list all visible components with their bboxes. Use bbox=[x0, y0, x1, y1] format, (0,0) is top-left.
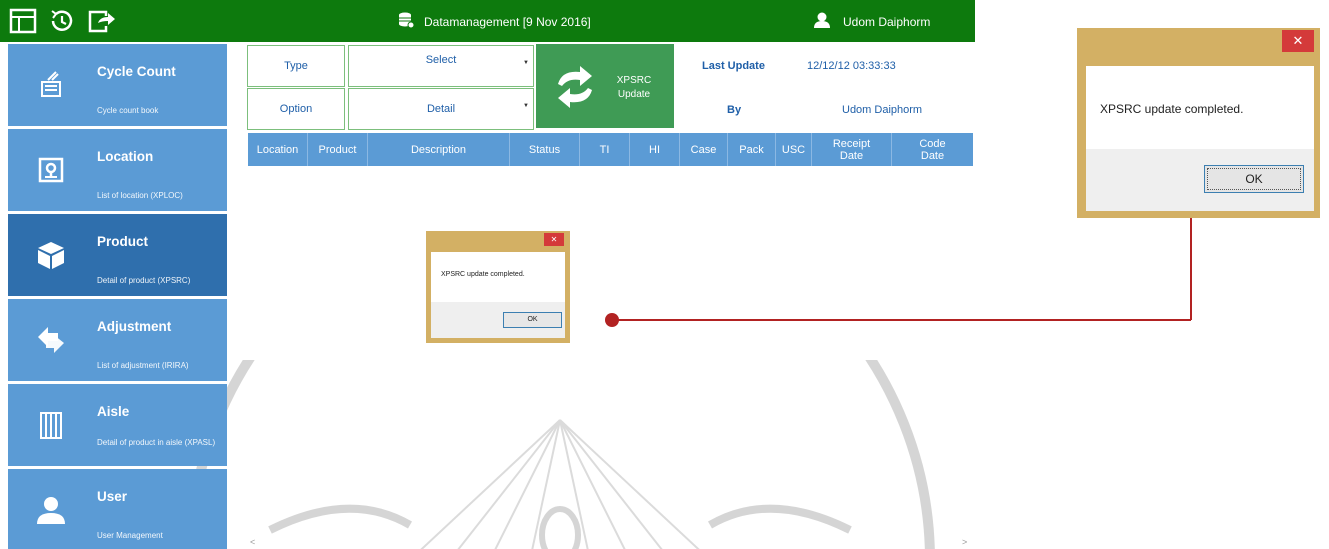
column-location[interactable]: Location bbox=[248, 133, 308, 166]
sidebar-item-title: Aisle bbox=[97, 404, 130, 419]
user-icon bbox=[34, 493, 68, 527]
sidebar-item-subtitle: List of adjustment (IRIRA) bbox=[97, 361, 189, 370]
scroll-right-arrow-icon[interactable]: > bbox=[962, 537, 967, 547]
sidebar-item-subtitle: User Management bbox=[97, 531, 163, 540]
ok-button[interactable]: OK bbox=[503, 312, 562, 328]
by-label: By bbox=[727, 104, 742, 116]
sidebar-item-title: User bbox=[97, 489, 128, 504]
dialog-message: XPSRC update completed. bbox=[441, 271, 525, 278]
scroll-left-arrow-icon[interactable]: < bbox=[250, 537, 255, 547]
top-bar: Datamanagement [9 Nov 2016] Udom Daiphor… bbox=[0, 0, 975, 42]
database-icon bbox=[398, 12, 415, 31]
by-value: Udom Daiphorm bbox=[842, 104, 923, 116]
clipboard-icon bbox=[34, 68, 68, 102]
sidebar-item-title: Adjustment bbox=[97, 319, 172, 334]
update-button-label: XPSRC Update bbox=[614, 74, 654, 102]
column-ti[interactable]: TI bbox=[580, 133, 630, 166]
sidebar-item-title: Product bbox=[97, 234, 149, 249]
type-select-value: Select bbox=[425, 54, 457, 66]
column-usc[interactable]: USC bbox=[776, 133, 812, 166]
ok-focus-ring bbox=[1207, 168, 1301, 190]
column-pack[interactable]: Pack bbox=[728, 133, 776, 166]
refresh-icon bbox=[550, 62, 600, 112]
dropdown-arrow-icon: ▼ bbox=[523, 103, 529, 109]
sidebar-item-subtitle: Cycle count book bbox=[97, 106, 159, 115]
sidebar-item-subtitle: List of location (XPLOC) bbox=[97, 191, 183, 200]
current-user: Udom Daiphorm bbox=[843, 14, 931, 29]
user-icon bbox=[813, 12, 831, 31]
grid-icon[interactable] bbox=[8, 6, 38, 36]
column-hi[interactable]: HI bbox=[630, 133, 680, 166]
column-description[interactable]: Description bbox=[368, 133, 510, 166]
table-header: Location Product Description Status TI H… bbox=[248, 133, 973, 166]
update-label-line2: Update bbox=[617, 89, 651, 100]
update-label-line1: XPSRC bbox=[616, 75, 652, 86]
title-area: Datamanagement [9 Nov 2016] bbox=[398, 12, 591, 31]
last-update-value: 12/12/12 03:33:33 bbox=[807, 60, 896, 72]
type-label: Type bbox=[247, 45, 345, 87]
option-label: Option bbox=[247, 88, 345, 130]
box-icon bbox=[34, 238, 68, 272]
arrows-icon bbox=[34, 323, 68, 357]
sidebar-item-cycle-count[interactable]: Cycle Count Cycle count book bbox=[8, 44, 227, 126]
column-code-date[interactable]: Code Date bbox=[892, 133, 973, 166]
column-status[interactable]: Status bbox=[510, 133, 580, 166]
location-icon bbox=[34, 153, 68, 187]
university-watermark bbox=[185, 360, 935, 549]
column-product[interactable]: Product bbox=[308, 133, 368, 166]
window-title: Datamanagement [9 Nov 2016] bbox=[424, 14, 591, 29]
dialog-footer: OK bbox=[1086, 149, 1314, 211]
column-case[interactable]: Case bbox=[680, 133, 728, 166]
message-dialog-zoomed: ✕ XPSRC update completed. OK bbox=[1077, 28, 1320, 218]
aisle-icon bbox=[34, 408, 68, 442]
sidebar-item-aisle[interactable]: Aisle Detail of product in aisle (XPASL) bbox=[8, 384, 227, 466]
history-icon[interactable] bbox=[46, 6, 76, 36]
dialog-body: XPSRC update completed. bbox=[1086, 66, 1314, 149]
user-area: Udom Daiphorm bbox=[813, 12, 930, 31]
xpsrc-update-button[interactable]: XPSRC Update bbox=[536, 44, 674, 128]
last-update-label: Last Update bbox=[702, 60, 765, 72]
sidebar: Cycle Count Cycle count book Location Li… bbox=[8, 44, 227, 549]
sidebar-item-location[interactable]: Location List of location (XPLOC) bbox=[8, 129, 227, 211]
dropdown-arrow-icon: ▼ bbox=[523, 60, 529, 66]
sidebar-item-subtitle: Detail of product in aisle (XPASL) bbox=[97, 438, 216, 447]
option-select[interactable]: Detail ▼ bbox=[348, 88, 534, 130]
sidebar-item-user[interactable]: User User Management bbox=[8, 469, 227, 549]
dialog-footer: OK bbox=[431, 302, 565, 338]
message-dialog-small: ✕ XPSRC update completed. OK bbox=[426, 231, 570, 343]
sidebar-item-title: Cycle Count bbox=[97, 64, 176, 79]
ok-button[interactable]: OK bbox=[1204, 165, 1304, 193]
type-select[interactable]: Select ▼ bbox=[348, 45, 534, 87]
dialog-body: XPSRC update completed. bbox=[431, 252, 565, 302]
close-icon[interactable]: ✕ bbox=[1282, 30, 1314, 52]
close-icon[interactable]: ✕ bbox=[544, 233, 564, 246]
sidebar-item-adjustment[interactable]: Adjustment List of adjustment (IRIRA) bbox=[8, 299, 227, 381]
logout-icon[interactable] bbox=[86, 6, 116, 36]
sidebar-item-product[interactable]: Product Detail of product (XPSRC) bbox=[8, 214, 227, 296]
dialog-message: XPSRC update completed. bbox=[1100, 102, 1244, 116]
sidebar-item-subtitle: Detail of product (XPSRC) bbox=[97, 276, 191, 285]
option-select-value: Detail bbox=[426, 103, 456, 115]
app-window: Datamanagement [9 Nov 2016] Udom Daiphor… bbox=[0, 0, 975, 549]
column-receipt-date[interactable]: Receipt Date bbox=[812, 133, 892, 166]
sidebar-item-title: Location bbox=[97, 149, 154, 164]
